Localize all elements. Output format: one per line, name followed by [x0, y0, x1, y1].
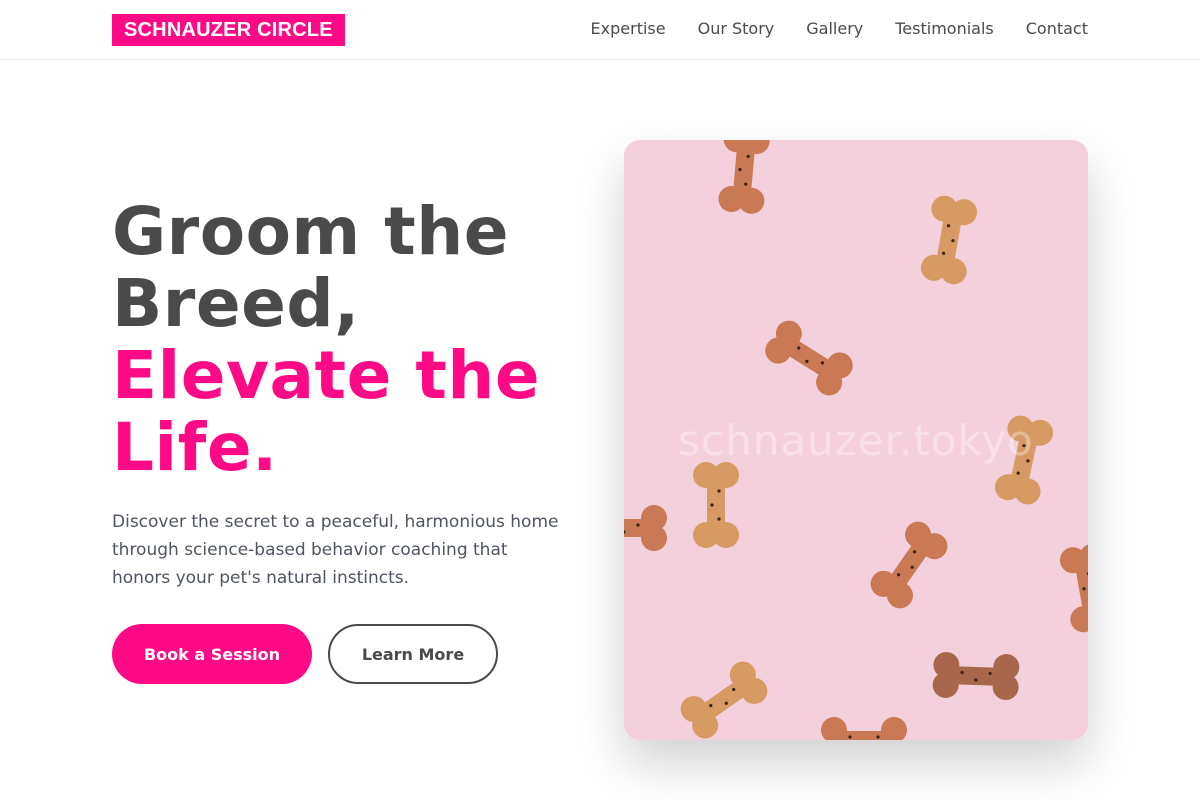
- biscuit-speck: [876, 735, 880, 739]
- hero-image: schnauzer.tokyo: [624, 140, 1088, 740]
- nav-link-expertise[interactable]: Expertise: [591, 18, 666, 40]
- biscuit-speck: [738, 168, 742, 172]
- hero-description: Discover the secret to a peaceful, harmo…: [112, 512, 559, 588]
- nav-link-testimonials[interactable]: Testimonials: [895, 18, 994, 40]
- biscuit-speck: [717, 517, 721, 521]
- biscuit-speck: [974, 678, 978, 682]
- biscuit-speck: [820, 361, 825, 365]
- biscuit-speck: [848, 735, 852, 739]
- learn-more-button[interactable]: Learn More: [328, 624, 498, 684]
- biscuit-speck: [717, 489, 721, 493]
- nav-link-our-story[interactable]: Our Story: [698, 18, 775, 40]
- biscuit-speck: [797, 346, 801, 350]
- biscuit-speck: [724, 701, 728, 705]
- headline-line-4: Life.: [112, 409, 278, 486]
- biscuit-speck: [732, 687, 736, 692]
- biscuit-speck: [805, 359, 809, 363]
- image-watermark: schnauzer.tokyo: [678, 416, 1034, 465]
- hero-headline: Groom the Breed, Elevate the Life.: [112, 196, 602, 484]
- biscuit-speck: [960, 670, 964, 675]
- biscuit-speck: [746, 154, 750, 158]
- headline-line-3: Elevate the: [112, 337, 541, 414]
- nav-link-contact[interactable]: Contact: [1026, 18, 1088, 40]
- biscuit-speck: [910, 565, 914, 569]
- biscuit-speck: [942, 251, 946, 255]
- biscuit-speck: [988, 671, 992, 676]
- biscuit-speck: [1082, 587, 1086, 591]
- biscuit-speck: [951, 239, 955, 243]
- nav-link-gallery[interactable]: Gallery: [806, 18, 863, 40]
- headline-line-1: Groom the: [112, 193, 509, 270]
- book-session-button[interactable]: Book a Session: [112, 624, 312, 684]
- headline-line-2: Breed,: [112, 265, 360, 342]
- biscuit-speck: [710, 503, 714, 507]
- biscuit-speck: [709, 703, 713, 708]
- logo[interactable]: SCHNAUZER CIRCLE: [112, 14, 345, 46]
- biscuit-speck: [1016, 471, 1020, 475]
- main-nav: Expertise Our Story Gallery Testimonials…: [591, 18, 1088, 40]
- biscuit-speck: [946, 224, 951, 228]
- biscuit-speck: [636, 523, 640, 527]
- biscuit-speck: [896, 573, 901, 577]
- biscuit-speck: [744, 182, 748, 186]
- site-header: SCHNAUZER CIRCLE Expertise Our Story Gal…: [0, 0, 1200, 60]
- biscuit-speck: [912, 550, 917, 554]
